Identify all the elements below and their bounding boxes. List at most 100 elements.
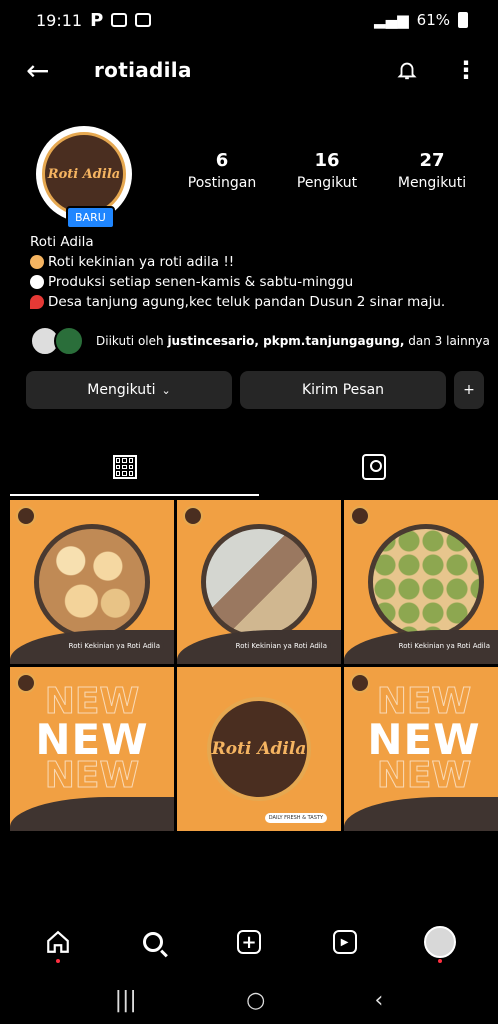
battery-icon	[458, 12, 468, 28]
tagged-icon	[361, 454, 386, 480]
stat-number: 16	[314, 150, 340, 171]
back-arrow-icon[interactable]: ←	[26, 54, 66, 87]
followed-prefix: Diikuti oleh	[96, 334, 168, 348]
followed-suffix: dan 3 lainnya	[404, 334, 490, 348]
add-user-button[interactable]: +	[454, 371, 484, 409]
status-left: 19:11 P	[36, 9, 152, 31]
logo-icon	[16, 506, 36, 526]
stat-number: 6	[215, 150, 229, 171]
stat-label: Postingan	[187, 175, 257, 191]
post-caption: Roti Kekinian ya Roti Adila	[231, 640, 331, 652]
wave-decoration	[10, 797, 174, 831]
bio-text: Roti kekinian ya roti adila !!	[48, 254, 235, 270]
stat-label: Pengikut	[296, 175, 358, 191]
bio-line: Roti kekinian ya roti adila !!	[30, 252, 490, 272]
status-right: ▂▄▆ 61%	[374, 11, 468, 29]
nav-reels[interactable]: ▶	[315, 917, 375, 967]
pastry-photo	[368, 524, 484, 640]
bio-line: Desa tanjung agung,kec teluk pandan Dusu…	[30, 292, 490, 312]
bread-photo	[34, 524, 150, 640]
nav-profile[interactable]	[410, 917, 470, 967]
grid-icon	[112, 455, 137, 479]
stat-followers[interactable]: 16 Pengikut	[277, 150, 377, 191]
profile-avatar-icon	[424, 926, 457, 958]
bell-icon[interactable]	[396, 58, 418, 82]
new-ghost-text: NEW	[376, 755, 472, 797]
top-actions: ⋮	[396, 56, 478, 84]
add-user-icon: +	[463, 382, 475, 398]
new-ghost-text: NEW	[44, 755, 140, 797]
bio-line: Produksi setiap senen-kamis & sabtu-ming…	[30, 272, 490, 292]
post-thumbnail[interactable]: Roti Adila DAILY FRESH & TASTY	[177, 667, 341, 831]
plus-icon: +	[236, 930, 261, 954]
nav-search[interactable]	[123, 917, 183, 967]
baker-photo	[201, 524, 317, 640]
followed-text: Diikuti oleh justincesario, pkpm.tanjung…	[96, 334, 490, 348]
post-thumbnail[interactable]: Roti Kekinian ya Roti Adila	[177, 500, 341, 664]
chevron-down-icon: ⌄	[161, 383, 171, 397]
avatar-logo: Roti Adila	[42, 132, 126, 216]
home-button-icon[interactable]: ○	[246, 988, 265, 1013]
signal-icon: ▂▄▆	[374, 11, 409, 29]
logo-icon	[350, 506, 370, 526]
notification-dot	[55, 959, 60, 963]
nav-home[interactable]	[28, 917, 88, 967]
action-row: Mengikuti ⌄ Kirim Pesan +	[26, 371, 484, 409]
message-button[interactable]: Kirim Pesan	[240, 371, 446, 409]
tab-posts-grid[interactable]	[0, 438, 259, 496]
status-bar: 19:11 P ▂▄▆ 61%	[0, 0, 498, 40]
search-icon	[143, 932, 164, 952]
store-notification-icon	[111, 13, 128, 27]
message-label: Kirim Pesan	[301, 382, 385, 398]
post-thumbnail[interactable]: Roti Kekinian ya Roti Adila	[344, 500, 498, 664]
post-caption: Roti Kekinian ya Roti Adila	[64, 640, 164, 652]
bottom-nav: + ▶	[0, 912, 498, 972]
followed-by[interactable]: Diikuti oleh justincesario, pkpm.tanjung…	[30, 326, 490, 356]
post-thumbnail[interactable]: NEW NEW NEW	[10, 667, 174, 831]
nav-create[interactable]: +	[219, 917, 279, 967]
system-nav: ||| ○ ‹	[0, 976, 498, 1024]
bio-text: Produksi setiap senen-kamis & sabtu-ming…	[48, 274, 354, 290]
post-thumbnail[interactable]: NEW NEW NEW	[344, 667, 498, 831]
new-badge: BARU	[66, 206, 115, 229]
profile-bio: Roti Adila Roti kekinian ya roti adila !…	[30, 232, 490, 312]
post-tagline: DAILY FRESH & TASTY	[264, 813, 327, 823]
battery-percent: 61%	[416, 11, 450, 29]
profile-username: rotiadila	[94, 58, 192, 82]
notification-dot	[438, 959, 443, 963]
followed-names: justincesario, pkpm.tanjungagung,	[167, 334, 405, 348]
video-notification-icon	[135, 13, 152, 27]
home-icon	[46, 930, 69, 953]
post-thumbnail[interactable]: Roti Kekinian ya Roti Adila	[10, 500, 174, 664]
logo-icon	[183, 506, 203, 526]
recent-apps-icon[interactable]: |||	[115, 988, 137, 1013]
clock-emoji-icon	[30, 275, 44, 289]
bio-text: Desa tanjung agung,kec teluk pandan Dusu…	[48, 294, 446, 310]
more-options-icon[interactable]: ⋮	[454, 56, 478, 84]
stat-following[interactable]: 27 Mengikuti	[382, 150, 482, 191]
wave-decoration	[344, 797, 498, 831]
profile-name: Roti Adila	[30, 234, 94, 250]
tab-tagged[interactable]	[249, 438, 498, 496]
following-label: Mengikuti	[87, 382, 156, 398]
stat-posts[interactable]: 6 Postingan	[172, 150, 272, 191]
profile-stats: 6 Postingan 16 Pengikut 27 Mengikuti	[172, 150, 482, 191]
posts-grid: Roti Kekinian ya Roti Adila Roti Kekinia…	[10, 500, 498, 831]
bread-emoji-icon	[30, 255, 44, 269]
brand-logo-text: Roti Adila	[211, 739, 307, 759]
profile-avatar[interactable]: Roti Adila BARU	[36, 126, 132, 229]
status-time: 19:11	[36, 10, 83, 30]
app-notification-icon: P	[90, 9, 104, 31]
profile-tabs	[0, 438, 498, 496]
mutual-avatars	[30, 326, 88, 356]
mutual-avatar	[54, 326, 84, 356]
post-caption: Roti Kekinian ya Roti Adila	[394, 640, 494, 652]
brand-logo: Roti Adila	[207, 697, 311, 801]
top-bar: ← rotiadila ⋮	[0, 48, 498, 92]
stat-number: 27	[419, 150, 445, 171]
reels-icon: ▶	[332, 930, 357, 954]
location-pin-icon	[30, 295, 44, 309]
avatar-logo-text: Roti Adila	[47, 166, 121, 182]
back-button-icon[interactable]: ‹	[375, 988, 384, 1013]
following-button[interactable]: Mengikuti ⌄	[26, 371, 232, 409]
